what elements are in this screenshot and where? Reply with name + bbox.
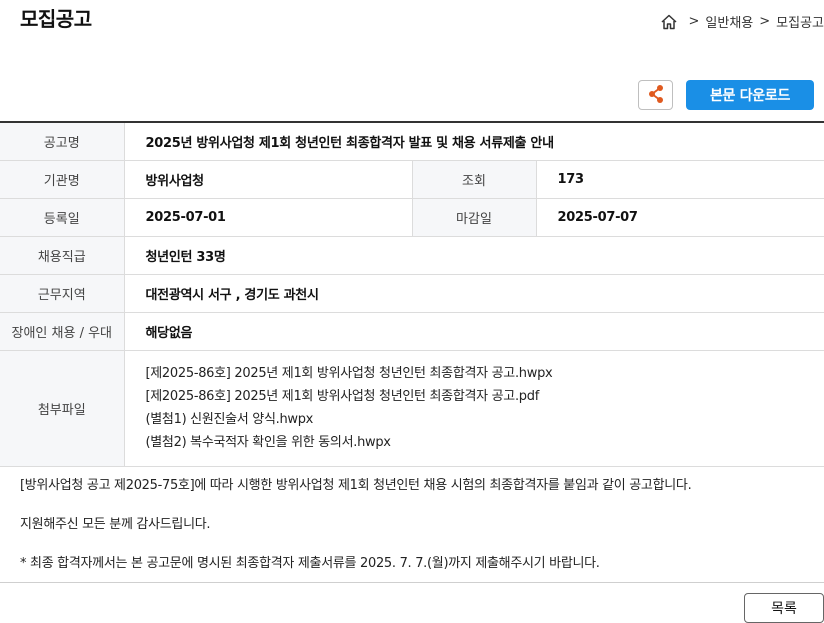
attachment-link[interactable]: (별첨1) 신원진술서 양식.hwpx <box>146 408 824 431</box>
list-button[interactable]: 목록 <box>744 593 824 623</box>
location-label: 근무지역 <box>0 274 125 313</box>
table-row: 첨부파일 [제2025-86호] 2025년 제1회 방위사업청 청년인턴 최종… <box>0 350 824 467</box>
attachments-label: 첨부파일 <box>0 350 125 467</box>
attachment-list: [제2025-86호] 2025년 제1회 방위사업청 청년인턴 최종합격자 공… <box>125 362 824 454</box>
table-row: 채용직급 청년인턴 33명 <box>0 236 824 275</box>
page-title: 모집공고 <box>20 7 92 31</box>
agency-label: 기관명 <box>0 160 125 199</box>
breadcrumb-separator: > <box>759 14 771 29</box>
notice-paragraph: * 최종 합격자께서는 본 공고문에 명시된 최종합격자 제출서류를 2025.… <box>20 556 600 571</box>
registered-label: 등록일 <box>0 198 125 237</box>
agency-value: 방위사업청 <box>124 160 412 199</box>
notice-paragraph: [방위사업청 공고 제2025-75호]에 따라 시행한 방위사업청 제1회 청… <box>20 478 692 493</box>
share-icon <box>647 84 665 107</box>
breadcrumb-separator: > <box>688 14 700 29</box>
registered-date: 2025-07-01 <box>124 198 412 237</box>
disability-value: 해당없음 <box>124 312 824 351</box>
attachments-cell: [제2025-86호] 2025년 제1회 방위사업청 청년인턴 최종합격자 공… <box>124 350 824 467</box>
notice-title-label: 공고명 <box>0 122 125 161</box>
table-row: 등록일 2025-07-01 마감일 2025-07-07 <box>0 198 824 237</box>
notice-body: [방위사업청 공고 제2025-75호]에 따라 시행한 방위사업청 제1회 청… <box>20 476 820 593</box>
breadcrumb-item-recruit-notice: 모집공고 <box>776 16 824 31</box>
home-icon[interactable] <box>660 13 678 31</box>
divider <box>0 582 824 583</box>
disability-label: 장애인 채용 / 우대 <box>0 312 125 351</box>
deadline-label: 마감일 <box>411 198 537 237</box>
table-row: 기관명 방위사업청 조회 173 <box>0 160 824 199</box>
table-row: 장애인 채용 / 우대 해당없음 <box>0 312 824 351</box>
views-label: 조회 <box>411 160 537 199</box>
location-value: 대전광역시 서구 , 경기도 과천시 <box>124 274 824 313</box>
position-value: 청년인턴 33명 <box>124 236 824 275</box>
notice-paragraph: 지원해주신 모든 분께 감사드립니다. <box>20 517 211 532</box>
share-button[interactable] <box>638 80 673 110</box>
notice-title: 2025년 방위사업청 제1회 청년인턴 최종합격자 발표 및 채용 서류제출 … <box>124 122 824 161</box>
attachment-link[interactable]: (별첨2) 복수국적자 확인을 위한 동의서.hwpx <box>146 431 824 454</box>
table-row: 근무지역 대전광역시 서구 , 경기도 과천시 <box>0 274 824 313</box>
notice-info-table: 공고명 2025년 방위사업청 제1회 청년인턴 최종합격자 발표 및 채용 서… <box>0 121 824 467</box>
table-row: 공고명 2025년 방위사업청 제1회 청년인턴 최종합격자 발표 및 채용 서… <box>0 122 824 161</box>
position-label: 채용직급 <box>0 236 125 275</box>
breadcrumb-item-general-recruit[interactable]: 일반채용 <box>705 12 753 31</box>
download-body-button[interactable]: 본문 다운로드 <box>686 80 814 110</box>
views-value: 173 <box>536 160 824 199</box>
breadcrumb: > 일반채용 > 모집공고 <box>660 12 824 31</box>
deadline-date: 2025-07-07 <box>536 198 824 237</box>
attachment-link[interactable]: [제2025-86호] 2025년 제1회 방위사업청 청년인턴 최종합격자 공… <box>146 385 824 408</box>
attachment-link[interactable]: [제2025-86호] 2025년 제1회 방위사업청 청년인턴 최종합격자 공… <box>146 362 824 385</box>
